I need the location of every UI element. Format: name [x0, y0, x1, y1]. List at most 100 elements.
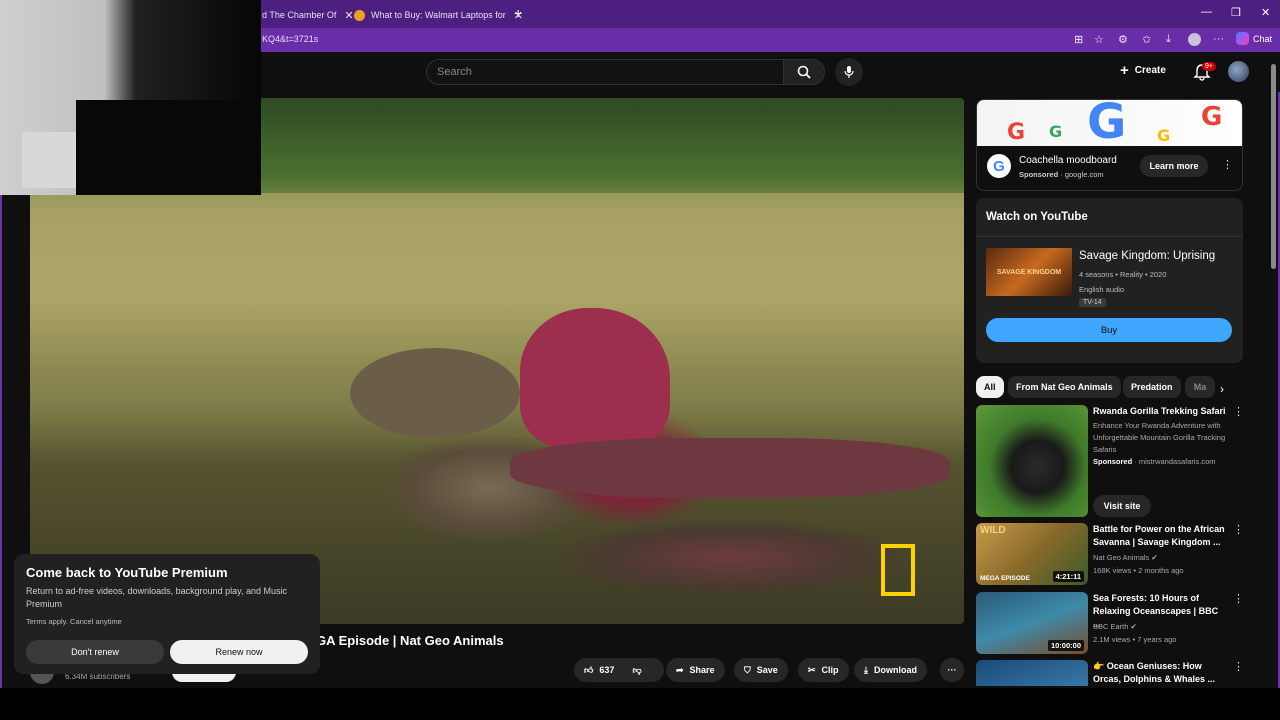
- rec-stats: 2.1M views • 7 years ago: [1093, 635, 1177, 644]
- star-icon[interactable]: ☆: [1094, 33, 1104, 46]
- more-vertical-icon[interactable]: ⋮: [1233, 592, 1244, 605]
- more-vertical-icon[interactable]: ⋮: [1233, 523, 1244, 536]
- sponsored-ad-card[interactable]: G G G G G G Coachella moodboard Sponsore…: [976, 99, 1243, 191]
- duration-badge: 4:21:11: [1052, 571, 1084, 582]
- recommendation-video[interactable]: 👉 Ocean Geniuses: How Orcas, Dolphins & …: [976, 660, 1246, 686]
- show-poster[interactable]: SAVAGE KINGDOM: [986, 248, 1072, 296]
- url-text[interactable]: KQ4&t=3721s: [262, 34, 318, 44]
- rec-title[interactable]: Battle for Power on the African Savanna …: [1093, 523, 1228, 549]
- profile-icon[interactable]: [1188, 33, 1201, 46]
- save-button[interactable]: ⛉ Save: [734, 658, 788, 682]
- new-tab-icon[interactable]: +: [514, 5, 522, 21]
- video-frame-remains: [510, 438, 950, 498]
- video-thumbnail[interactable]: WILD MEGA EPISODE 4:21:11: [976, 523, 1088, 585]
- clip-button[interactable]: ✂ Clip: [798, 658, 849, 682]
- copilot-icon: [1236, 32, 1249, 45]
- google-g-icon: G: [1007, 120, 1026, 145]
- google-logo-icon: G: [987, 154, 1011, 178]
- divider: [976, 236, 1243, 237]
- like-dislike-group: 👍︎ 637 👎︎: [574, 658, 664, 682]
- page-scrollbar-thumb[interactable]: [1271, 64, 1276, 269]
- learn-more-button[interactable]: Learn more: [1140, 155, 1208, 177]
- buy-button[interactable]: Buy: [986, 318, 1232, 342]
- more-actions-button[interactable]: ···: [940, 658, 964, 682]
- voice-search-button[interactable]: [835, 58, 863, 86]
- popup-terms: Terms apply. Cancel anytime: [26, 617, 122, 626]
- bookmark-icon: ⛉: [744, 664, 751, 675]
- video-frame-carcass: [520, 308, 670, 448]
- download-icon: ⤓: [864, 664, 868, 675]
- close-window-icon[interactable]: ✕: [1261, 6, 1270, 19]
- download-icon[interactable]: ⤓: [1166, 33, 1171, 46]
- sponsored-label: Sponsored: [1093, 457, 1133, 466]
- gorilla-thumbnail[interactable]: [976, 405, 1088, 517]
- rec-title[interactable]: Rwanda Gorilla Trekking Safari: [1093, 405, 1228, 418]
- rec-title[interactable]: 👉 Ocean Geniuses: How Orcas, Dolphins & …: [1093, 660, 1228, 686]
- extensions-icon[interactable]: ⚙: [1118, 33, 1128, 46]
- dislike-icon[interactable]: 👎︎: [632, 665, 641, 676]
- show-title[interactable]: Savage Kingdom: Uprising: [1079, 250, 1215, 262]
- visit-site-button[interactable]: Visit site: [1093, 495, 1151, 517]
- more-icon[interactable]: ···: [1213, 33, 1224, 45]
- rec-channel[interactable]: Nat Geo Animals ✔: [1093, 553, 1158, 562]
- recommendation-sponsored[interactable]: Rwanda Gorilla Trekking Safari Enhance Y…: [976, 405, 1246, 520]
- thumbnail-badge-top: WILD: [980, 525, 1006, 536]
- thumbnail-badge-bottom: MEGA EPISODE: [980, 575, 1030, 582]
- share-label: Share: [689, 665, 715, 675]
- rec-channel[interactable]: BBC Earth ✔: [1093, 622, 1137, 631]
- chip-all[interactable]: All: [976, 376, 1004, 398]
- share-icon: ➦: [676, 664, 684, 675]
- dont-renew-button[interactable]: Don't renew: [26, 640, 164, 664]
- chip-from-nat-geo[interactable]: From Nat Geo Animals: [1008, 376, 1121, 398]
- more-vertical-icon[interactable]: ⋮: [1233, 405, 1244, 418]
- chip-predation[interactable]: Predation: [1123, 376, 1181, 398]
- watch-card-heading: Watch on YouTube: [986, 211, 1088, 223]
- renew-now-button[interactable]: Renew now: [170, 640, 308, 664]
- video-title: GA Episode | Nat Geo Animals: [316, 633, 504, 648]
- microphone-icon: [844, 66, 854, 78]
- google-g-icon: G: [1049, 122, 1063, 141]
- rec-domain: mistrwandasafaris.com: [1138, 457, 1216, 466]
- channel-name: BBC Earth: [1093, 622, 1129, 631]
- video-thumbnail[interactable]: 10:00:00: [976, 592, 1088, 654]
- create-label: Create: [1134, 65, 1166, 76]
- more-vertical-icon[interactable]: ⋮: [1222, 158, 1233, 171]
- google-g-icon: G: [1087, 99, 1127, 150]
- popup-title: Come back to YouTube Premium: [26, 565, 228, 580]
- video-thumbnail[interactable]: [976, 660, 1088, 686]
- sponsored-label: Sponsored: [1019, 170, 1059, 179]
- recommendation-video[interactable]: 10:00:00 Sea Forests: 10 Hours of Relaxi…: [976, 592, 1246, 656]
- verified-icon: ✔: [1130, 622, 1137, 631]
- search-input[interactable]: Search: [426, 59, 784, 85]
- share-button[interactable]: ➦ Share: [666, 658, 725, 682]
- like-icon[interactable]: 👍︎: [584, 665, 593, 676]
- search-button[interactable]: [783, 59, 825, 85]
- favicon-icon: [354, 9, 365, 21]
- premium-renewal-popup: Come back to YouTube Premium Return to a…: [14, 554, 320, 674]
- like-count[interactable]: 637: [599, 665, 614, 675]
- tab-walmart-laptops[interactable]: What to Buy: Walmart Laptops for ✕: [346, 4, 531, 26]
- app-icon[interactable]: ⊞: [1074, 33, 1083, 46]
- download-label: Download: [873, 665, 917, 675]
- create-button[interactable]: + Create: [1120, 62, 1166, 79]
- scissors-icon: ✂: [808, 664, 816, 675]
- download-button[interactable]: ⤓ Download: [854, 658, 927, 682]
- rec-description: Enhance Your Rwanda Adventure with Unfor…: [1093, 421, 1226, 454]
- channel-name: Nat Geo Animals: [1093, 553, 1150, 562]
- duration-badge: 10:00:00: [1047, 640, 1084, 651]
- restore-icon[interactable]: ❐: [1231, 6, 1241, 19]
- chevron-right-icon[interactable]: ›: [1220, 382, 1224, 396]
- popup-body: Return to ad-free videos, downloads, bac…: [26, 586, 287, 609]
- chat-label: Chat: [1253, 33, 1273, 44]
- chip-partial[interactable]: Ma: [1185, 376, 1215, 398]
- chat-button[interactable]: Chat: [1236, 32, 1272, 45]
- recommendation-video[interactable]: WILD MEGA EPISODE 4:21:11 Battle for Pow…: [976, 523, 1246, 587]
- annotation-highlight-box: [881, 544, 915, 596]
- account-avatar[interactable]: [1228, 61, 1249, 82]
- video-frame-lion: [350, 348, 520, 438]
- more-vertical-icon[interactable]: ⋮: [1233, 660, 1244, 673]
- plus-icon: +: [1120, 62, 1129, 79]
- poster-text: SAVAGE KINGDOM: [996, 268, 1062, 276]
- favorites-icon[interactable]: ✩: [1142, 33, 1151, 46]
- minimize-icon[interactable]: —: [1201, 6, 1212, 18]
